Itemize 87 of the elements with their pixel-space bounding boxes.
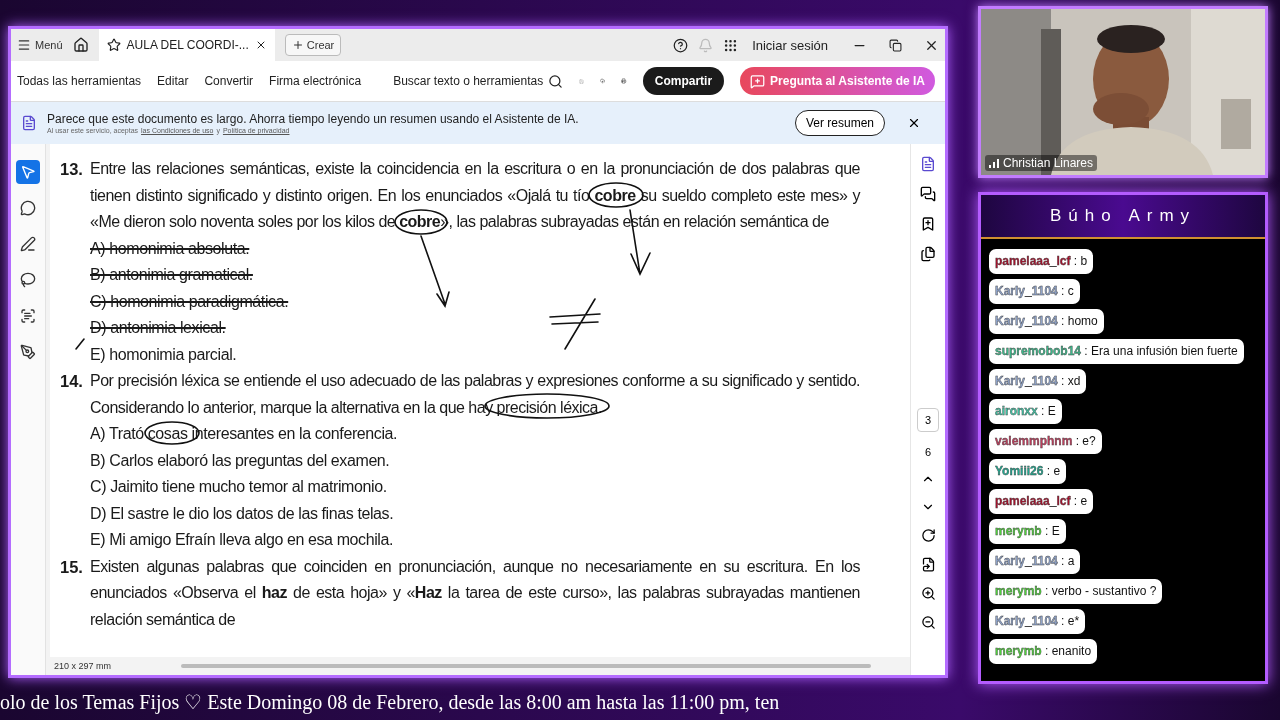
select-tool[interactable] — [16, 160, 40, 184]
chat-message-text: : c — [1060, 284, 1074, 298]
star-icon — [106, 38, 121, 52]
chat-username: Karly_1104 — [995, 284, 1058, 298]
answer-option: A) homonimia absoluta. — [90, 235, 250, 262]
chat-message-text: : a — [1060, 554, 1075, 568]
chat-title: Búho Army — [1049, 206, 1197, 226]
banner-message: Parece que este documento es largo. Ahorra tiempo leyendo un resumen usando el Asistente de IA. — [47, 112, 580, 126]
plus-icon — [291, 39, 304, 51]
menu-button[interactable]: Menú — [17, 38, 63, 52]
answer-option: E) Mi amigo Efraín lleva algo en esa mochila. — [90, 527, 394, 554]
sign-icon — [20, 344, 36, 360]
chat-message-text: : xd — [1060, 374, 1081, 388]
chat-username: Karly_1104 — [995, 614, 1058, 628]
answer-option: C) Jaimito tiene mucho temor al matrimonio. — [90, 474, 387, 501]
chat-message-text: : e? — [1074, 434, 1096, 448]
chat-username: Karly_1104 — [995, 554, 1058, 568]
question-number: 14. — [60, 371, 84, 392]
answer-option: C) homonimia paradigmática. — [90, 288, 289, 315]
chat-username: merymb — [995, 524, 1042, 538]
chat-message-text: : enanito — [1044, 644, 1092, 658]
zoom-out-icon[interactable] — [920, 615, 936, 630]
question-number: 15. — [60, 556, 84, 578]
chat-username: merymb — [995, 584, 1042, 598]
summary-button[interactable]: Ver resumen — [794, 110, 885, 136]
pages-icon[interactable] — [920, 246, 936, 262]
signal-icon — [989, 158, 999, 168]
answer-option: B) Carlos elaboró las preguntas del examen. — [90, 447, 390, 474]
answer-option: E) homonimia parcial. — [90, 341, 237, 368]
chat-message-text: : E — [1040, 404, 1056, 418]
question-text: Existen algunas palabras que coinciden en pronunciación, aunque no necesariamente en su escritura. En los enunciados «Observa el haz de esta hoja» y «Haz la tarea de este curso», las palabras subrayadas mantienen relación semántica de — [90, 556, 860, 630]
bookmark-icon[interactable] — [920, 216, 936, 232]
close-icon[interactable] — [907, 116, 921, 130]
chat-username: supremobob14 — [995, 344, 1081, 358]
chat-username: aironxx — [995, 404, 1038, 418]
lasso-icon — [20, 272, 36, 288]
ai-summary-icon[interactable] — [920, 156, 936, 172]
toolbar-menu-item[interactable]: Convertir — [204, 74, 254, 88]
ai-assistant-button[interactable]: Pregunta al Asistente de IA — [740, 67, 935, 95]
answer-option: B) antonimia gramatical. — [90, 262, 253, 289]
participant-name: Christian Linares — [1003, 156, 1094, 170]
page-total: 6 — [924, 446, 932, 458]
search-icon — [548, 73, 564, 89]
search-tools-button[interactable]: Buscar texto o herramientas — [393, 73, 564, 89]
answer-option: D) El sastre le dio los datos de las finas telas. — [90, 500, 394, 527]
sign-in-link[interactable]: Iniciar sesión — [752, 37, 828, 53]
chat-plus-icon — [750, 73, 766, 89]
chat-username: valemmphnm — [995, 434, 1073, 448]
question-number: 13. — [60, 159, 84, 180]
comment-icon — [20, 200, 36, 216]
chat-message-text: : e — [1072, 494, 1088, 508]
chat-username: pamelaaa_lcf — [995, 494, 1071, 508]
chat-message-text: : Era una infusión bien fuerte — [1083, 344, 1238, 358]
chat-message-text: : homo — [1060, 314, 1098, 328]
chat-username: merymb — [995, 644, 1042, 658]
chat-username: Karly_1104 — [995, 314, 1058, 328]
zoom-in-icon[interactable] — [920, 586, 936, 601]
toolbar-menu-item[interactable]: Editar — [157, 74, 189, 88]
answer-option: D) antonimia lexical. — [90, 315, 226, 342]
ai-summary-icon — [21, 115, 37, 131]
chat-message-text: : E — [1044, 524, 1060, 538]
menu-icon — [17, 38, 31, 52]
chat-message-text: : e — [1045, 464, 1061, 478]
text-icon — [20, 308, 36, 324]
rotate-icon[interactable] — [920, 528, 936, 543]
create-button[interactable]: Crear — [284, 34, 342, 56]
home-icon[interactable] — [72, 37, 89, 53]
comments-icon[interactable] — [920, 186, 936, 202]
chat-username: Karly_1104 — [995, 374, 1058, 388]
pen-icon — [20, 236, 36, 252]
page-file-icon[interactable] — [920, 557, 936, 572]
help-icon[interactable] — [673, 37, 689, 53]
chat-username: pamelaaa_lcf — [995, 254, 1071, 268]
chat-message-text: : verbo - sustantivo ? — [1044, 584, 1157, 598]
ticker-text: olo de los Temas Fijos ♡ Este Domingo 08 de Febrero, desde las 8:00 am hasta las 11:00 pm, ten — [0, 690, 780, 714]
share-button[interactable]: Compartir — [642, 67, 725, 95]
chat-message-text: : b — [1072, 254, 1088, 268]
toolbar-menu-item[interactable]: Firma electrónica — [269, 74, 362, 88]
chat-message-text: : e* — [1060, 614, 1080, 628]
select-icon — [20, 164, 36, 180]
chat-username: Yomiii26 — [995, 464, 1044, 478]
page-size-text: 210 x 297 mm — [54, 661, 112, 671]
restore-icon[interactable] — [889, 38, 902, 52]
apps-icon[interactable] — [723, 37, 739, 53]
page-number-field[interactable]: 3 — [917, 408, 939, 432]
document-tab[interactable]: AULA DEL COORDI-... — [98, 29, 275, 61]
toolbar-menu-item[interactable]: Todas las herramientas — [17, 74, 142, 88]
